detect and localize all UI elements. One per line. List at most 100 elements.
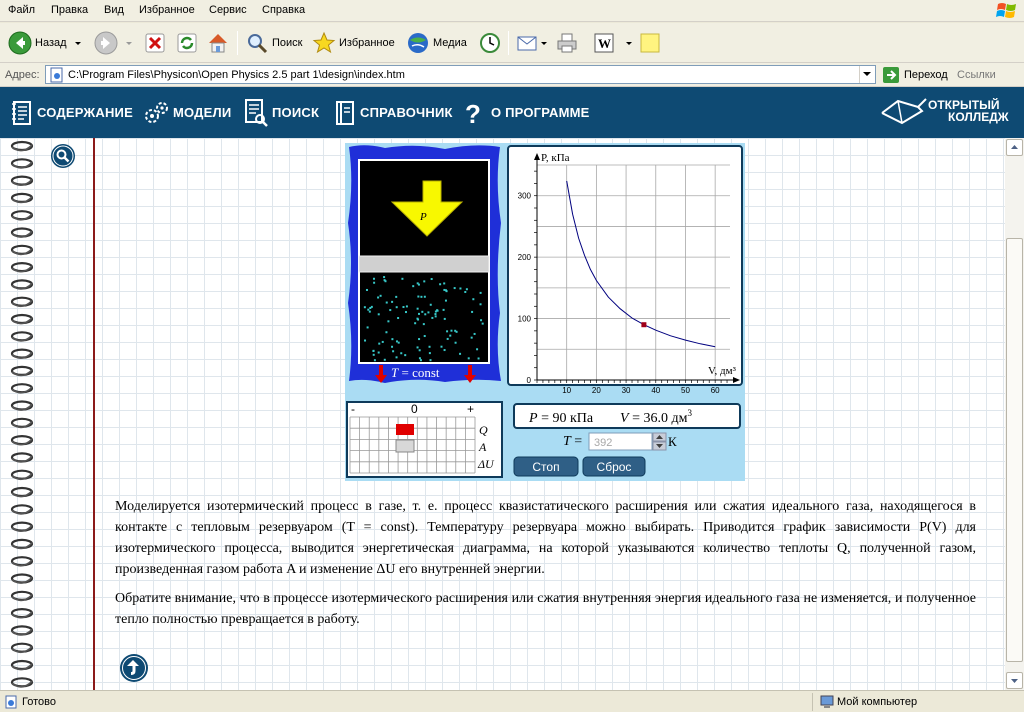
logo-line2: КОЛЛЕДЖ — [948, 110, 1009, 124]
nav-about-label: О ПРОГРАММЕ — [491, 105, 590, 120]
menu-tools[interactable]: Сервис — [209, 4, 247, 16]
scroll-down-button[interactable] — [1006, 672, 1023, 689]
gas-particle — [449, 334, 452, 337]
y-tick-label: 0 — [527, 376, 532, 385]
energy-q-label: Q — [479, 423, 488, 437]
svg-text:W: W — [598, 36, 611, 51]
nav-contents-label: СОДЕРЖАНИЕ — [37, 105, 133, 120]
address-dropdown[interactable] — [859, 66, 875, 83]
volume-readout: V = 36.0 дм3 — [620, 408, 692, 426]
menu-edit[interactable]: Правка — [51, 4, 88, 16]
search-button[interactable]: Поиск — [245, 29, 302, 57]
menu-bar: Файл Правка Вид Избранное Сервис Справка — [0, 0, 1024, 22]
description-text: Моделируется изотермический процесс в га… — [115, 496, 976, 638]
gas-particle — [443, 349, 446, 352]
stop-icon — [145, 33, 165, 53]
page-content: P T = const 10 20 30 40 50 60 0 100 200 300 P, кПа… — [0, 138, 1005, 690]
chevron-down-icon — [126, 42, 132, 45]
energy-du-label: ΔU — [477, 457, 495, 471]
gas-particle — [395, 356, 398, 359]
nav-about[interactable]: ? О ПРОГРАММЕ — [463, 87, 590, 138]
stop-button[interactable] — [144, 29, 166, 57]
back-arrow-icon — [8, 31, 32, 55]
refresh-button[interactable] — [176, 29, 198, 57]
go-button[interactable]: Переход — [882, 66, 948, 84]
nav-models-label: МОДЕЛИ — [173, 105, 232, 120]
nav-contents[interactable]: СОДЕРЖАНИЕ — [10, 87, 133, 138]
media-button[interactable]: Медиа — [406, 29, 467, 57]
x-tick-label: 30 — [622, 386, 631, 395]
mail-icon — [517, 36, 537, 51]
gas-particle — [392, 350, 395, 353]
scroll-top-button[interactable] — [119, 653, 149, 683]
messenger-button[interactable] — [638, 29, 662, 57]
gas-particle — [395, 340, 398, 343]
x-tick-label: 40 — [651, 386, 660, 395]
description-paragraph-2: Обратите внимание, что в процессе изотер… — [115, 591, 976, 627]
forward-button[interactable] — [94, 29, 134, 57]
y-tick-label: 100 — [518, 315, 532, 324]
gas-particle — [459, 287, 462, 290]
gas-particle — [401, 277, 404, 280]
back-button[interactable]: Назад — [8, 29, 83, 57]
nav-search[interactable]: ПОИСК — [243, 87, 319, 138]
temperature-input-value: 392 — [594, 437, 612, 449]
menu-favorites[interactable]: Избранное — [139, 4, 195, 16]
gas-particle — [476, 348, 479, 351]
gas-particle — [383, 276, 386, 279]
piston[interactable] — [358, 255, 490, 273]
menu-help[interactable]: Справка — [262, 4, 305, 16]
word-icon: W — [594, 33, 614, 53]
gas-particle — [417, 312, 420, 315]
gas-particle — [423, 335, 426, 338]
energy-a-label: A — [478, 440, 487, 454]
gas-particle — [367, 308, 370, 311]
gas-particle — [365, 288, 368, 291]
gas-particle — [369, 306, 372, 309]
gas-particle — [436, 309, 439, 312]
nav-search-label: ПОИСК — [272, 105, 320, 120]
site-navbar: СОДЕРЖАНИЕ МОДЕЛИ ПОИСК СПРАВОЧНИК ? О П… — [0, 87, 1024, 138]
mail-button[interactable] — [515, 29, 549, 57]
nav-models[interactable]: МОДЕЛИ — [142, 87, 231, 138]
print-button[interactable] — [555, 29, 579, 57]
energy-plus-label: + — [467, 402, 474, 416]
gas-particle — [446, 330, 449, 333]
computer-icon — [820, 695, 834, 708]
gas-particle — [363, 306, 366, 309]
menu-file[interactable]: Файл — [8, 4, 35, 16]
vertical-scrollbar[interactable] — [1005, 138, 1024, 690]
gas-particle — [454, 329, 457, 332]
nav-reference[interactable]: СПРАВОЧНИК — [333, 87, 453, 138]
gas-particle — [383, 358, 386, 361]
chevron-down-icon — [1011, 679, 1018, 683]
forward-arrow-icon — [94, 31, 118, 55]
work-a-bar — [395, 439, 415, 453]
windows-logo-icon — [996, 3, 1016, 18]
gas-particle — [467, 357, 470, 360]
stop-sim-label: Стоп — [532, 460, 559, 474]
home-button[interactable] — [206, 29, 230, 57]
open-college-logo[interactable]: ОТКРЫТЫЙ КОЛЛЕДЖ — [880, 95, 1020, 131]
scrollbar-thumb[interactable] — [1006, 238, 1023, 662]
stop-sim-button[interactable]: Стоп — [513, 456, 579, 477]
address-bar: Адрес: C:\Program Files\Physicon\Open Ph… — [0, 63, 1024, 87]
zoom-button[interactable] — [50, 143, 76, 169]
reset-sim-button[interactable]: Сброс — [582, 456, 646, 477]
scroll-up-button[interactable] — [1006, 139, 1023, 156]
gas-particle — [450, 329, 453, 332]
gas-particle — [391, 338, 394, 341]
gas-particle — [443, 288, 446, 291]
x-axis-label: V, дм³ — [708, 365, 737, 377]
status-bar: Готово Мой компьютер — [0, 690, 1024, 712]
menu-view[interactable]: Вид — [104, 4, 124, 16]
links-label[interactable]: Ссылки — [957, 69, 996, 81]
edit-button[interactable]: W — [592, 29, 634, 57]
history-button[interactable] — [478, 29, 502, 57]
status-zone: Мой компьютер — [837, 696, 918, 708]
gas-particle — [421, 310, 424, 313]
gas-particle — [387, 320, 390, 323]
gas-particle — [416, 307, 419, 310]
address-input[interactable]: C:\Program Files\Physicon\Open Physics 2… — [45, 65, 876, 84]
favorites-button[interactable]: Избранное — [312, 29, 395, 57]
